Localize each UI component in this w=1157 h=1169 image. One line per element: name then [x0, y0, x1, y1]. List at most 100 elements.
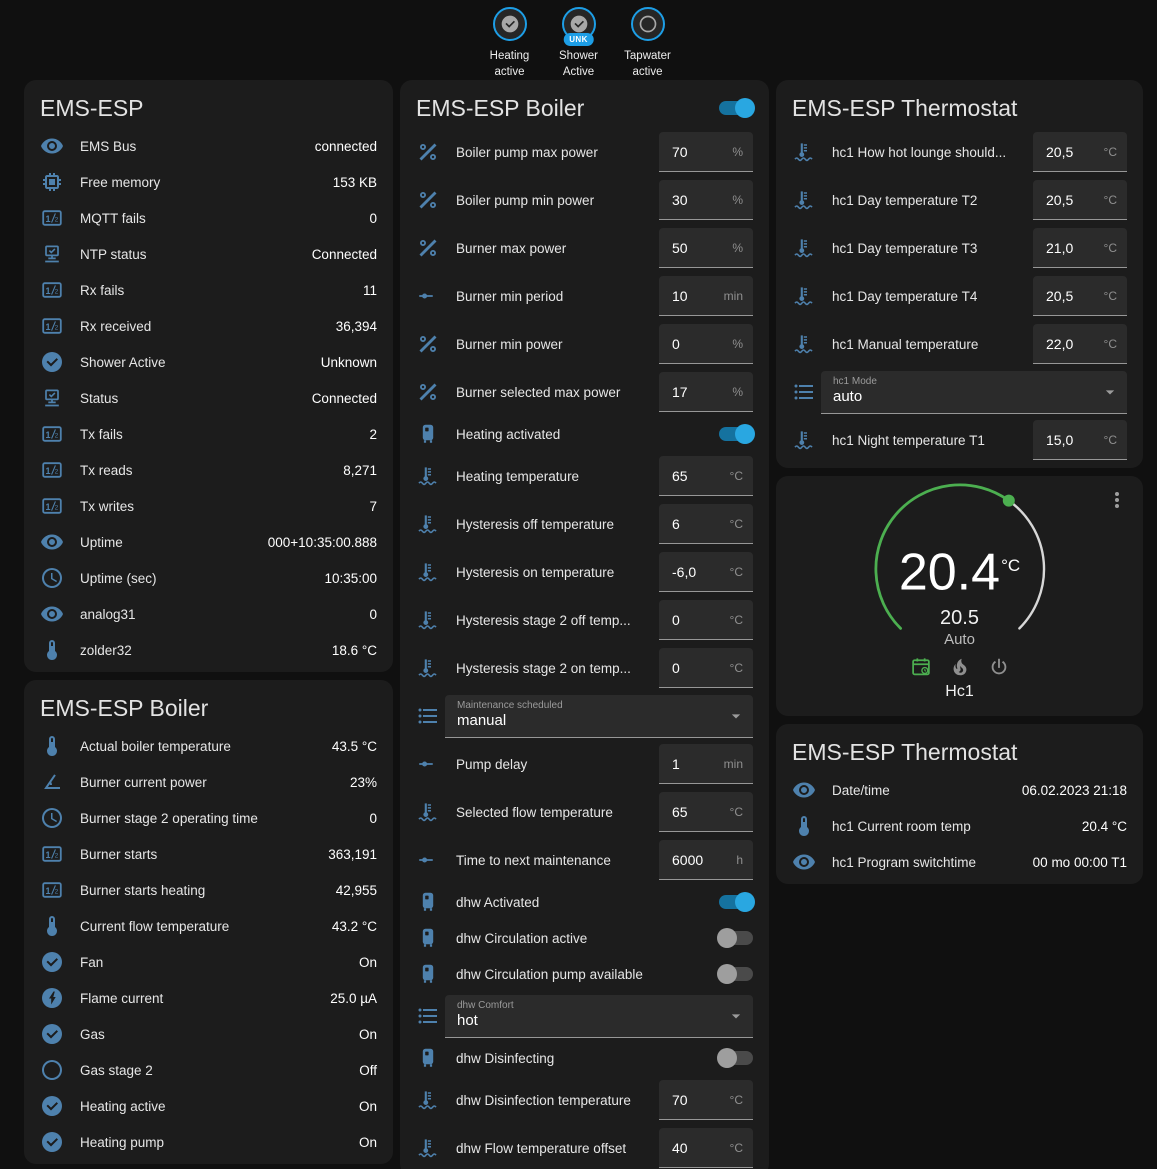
entity-row[interactable]: Heating pumpOn: [24, 1124, 393, 1160]
entity-row: dhw Disinfecting: [400, 1040, 769, 1076]
number-input[interactable]: 20,5°C: [1033, 276, 1127, 316]
number-input[interactable]: 70°C: [659, 1080, 753, 1120]
select-value: hot: [457, 1012, 719, 1030]
entity-row[interactable]: Gas stage 2Off: [24, 1052, 393, 1088]
status-badge[interactable]: Heatingactive: [481, 7, 539, 80]
entity-row[interactable]: NTP statusConnected: [24, 236, 393, 272]
toggle-switch[interactable]: [719, 967, 753, 981]
entity-row[interactable]: 12Tx reads8,271: [24, 452, 393, 488]
number-input[interactable]: 6°C: [659, 504, 753, 544]
entity-row[interactable]: hc1 Current room temp20.4 °C: [776, 808, 1143, 844]
entity-row[interactable]: 12Tx writes7: [24, 488, 393, 524]
coolant-temperature-icon: [792, 428, 816, 452]
number-input[interactable]: 21,0°C: [1033, 228, 1127, 268]
entity-value: Off: [359, 1063, 377, 1078]
svg-text:1: 1: [45, 322, 50, 332]
number-unit: h: [736, 853, 743, 867]
entity-row[interactable]: Heating activeOn: [24, 1088, 393, 1124]
thermostat-dial[interactable]: 20.4°C 20.5 Auto: [871, 480, 1049, 658]
entity-row[interactable]: 12Tx fails2: [24, 416, 393, 452]
select-input[interactable]: dhw Comforthot: [445, 995, 753, 1038]
entity-row[interactable]: EMS Busconnected: [24, 128, 393, 164]
badge-label: Heatingactive: [490, 49, 530, 80]
entity-row[interactable]: 12Burner starts heating42,955: [24, 872, 393, 908]
entity-row[interactable]: Flame current25.0 µA: [24, 980, 393, 1016]
status-badge[interactable]: Tapwateractive: [619, 7, 677, 80]
column-right: EMS-ESP Thermostat hc1 How hot lounge sh…: [776, 80, 1143, 884]
entity-row[interactable]: zolder3218.6 °C: [24, 632, 393, 668]
entity-row: Heating activated: [400, 416, 769, 452]
dial-readout: 20.4°C 20.5 Auto: [871, 480, 1049, 658]
number-input[interactable]: -6,0°C: [659, 552, 753, 592]
ray-vertex-icon: [416, 284, 440, 308]
calendar-clock-icon[interactable]: [910, 656, 932, 678]
number-input[interactable]: 0%: [659, 324, 753, 364]
number-input[interactable]: 15,0°C: [1033, 420, 1127, 460]
number-input[interactable]: 40°C: [659, 1128, 753, 1168]
number-input[interactable]: 0°C: [659, 648, 753, 688]
entity-row[interactable]: Uptime000+10:35:00.888: [24, 524, 393, 560]
entity-row[interactable]: analog310: [24, 596, 393, 632]
entity-row[interactable]: Date/time06.02.2023 21:18: [776, 772, 1143, 808]
water-boiler-icon: [416, 890, 440, 914]
badge-circle[interactable]: [631, 7, 665, 41]
svg-text:1: 1: [45, 466, 50, 476]
number-input[interactable]: 30%: [659, 180, 753, 220]
select-input[interactable]: hc1 Modeauto: [821, 371, 1127, 414]
entity-row[interactable]: 12Rx received36,394: [24, 308, 393, 344]
entity-row[interactable]: Current flow temperature43.2 °C: [24, 908, 393, 944]
toggle-switch[interactable]: [719, 895, 753, 909]
number-input[interactable]: 65°C: [659, 456, 753, 496]
entity-row[interactable]: hc1 Program switchtime00 mo 00:00 T1: [776, 844, 1143, 880]
entity-row: hc1 Manual temperature22,0°C: [776, 320, 1143, 368]
fire-icon[interactable]: [949, 656, 971, 678]
entity-row[interactable]: Actual boiler temperature43.5 °C: [24, 728, 393, 764]
number-value: 17: [672, 384, 688, 400]
entity-row[interactable]: 12Rx fails11: [24, 272, 393, 308]
number-input[interactable]: 22,0°C: [1033, 324, 1127, 364]
number-input[interactable]: 10min: [659, 276, 753, 316]
entity-row[interactable]: FanOn: [24, 944, 393, 980]
badge-circle[interactable]: UNK: [562, 7, 596, 41]
entity-row[interactable]: StatusConnected: [24, 380, 393, 416]
entity-row[interactable]: Burner current power23%: [24, 764, 393, 800]
entity-row[interactable]: GasOn: [24, 1016, 393, 1052]
number-input[interactable]: 0°C: [659, 600, 753, 640]
badge-circle[interactable]: [493, 7, 527, 41]
entity-row[interactable]: Free memory153 KB: [24, 164, 393, 200]
number-value: 15,0: [1046, 432, 1073, 448]
entity-row[interactable]: 12MQTT fails0: [24, 200, 393, 236]
number-input[interactable]: 65°C: [659, 792, 753, 832]
svg-text:1: 1: [45, 286, 50, 296]
coolant-temperature-icon: [416, 1088, 440, 1112]
status-badge[interactable]: UNKShowerActive: [550, 7, 608, 80]
number-input[interactable]: 50%: [659, 228, 753, 268]
entity-label: Pump delay: [456, 757, 659, 772]
entity-row[interactable]: 12Burner starts363,191: [24, 836, 393, 872]
power-icon[interactable]: [988, 656, 1010, 678]
number-input[interactable]: 1min: [659, 744, 753, 784]
number-input[interactable]: 17%: [659, 372, 753, 412]
select-input[interactable]: Maintenance scheduledmanual: [445, 695, 753, 738]
counter-icon: 12: [40, 878, 64, 902]
number-input[interactable]: 20,5°C: [1033, 180, 1127, 220]
card-header-toggle[interactable]: [719, 101, 753, 115]
counter-icon: 12: [40, 278, 64, 302]
toggle-switch[interactable]: [719, 427, 753, 441]
entity-row: Heating temperature65°C: [400, 452, 769, 500]
number-input[interactable]: 20,5°C: [1033, 132, 1127, 172]
number-input[interactable]: 6000h: [659, 840, 753, 880]
toggle-switch[interactable]: [719, 931, 753, 945]
entity-row: hc1 Modeauto: [776, 368, 1143, 416]
entity-row[interactable]: Shower ActiveUnknown: [24, 344, 393, 380]
more-options-button[interactable]: [1105, 488, 1129, 512]
percent-icon: [416, 188, 440, 212]
entity-row[interactable]: Burner stage 2 operating time0: [24, 800, 393, 836]
entity-label: hc1 How hot lounge should...: [832, 145, 1033, 160]
number-value: 21,0: [1046, 240, 1073, 256]
entity-value: 20.4 °C: [1082, 819, 1127, 834]
select-label: hc1 Mode: [833, 375, 1093, 388]
entity-row[interactable]: Uptime (sec)10:35:00: [24, 560, 393, 596]
toggle-switch[interactable]: [719, 1051, 753, 1065]
number-input[interactable]: 70%: [659, 132, 753, 172]
